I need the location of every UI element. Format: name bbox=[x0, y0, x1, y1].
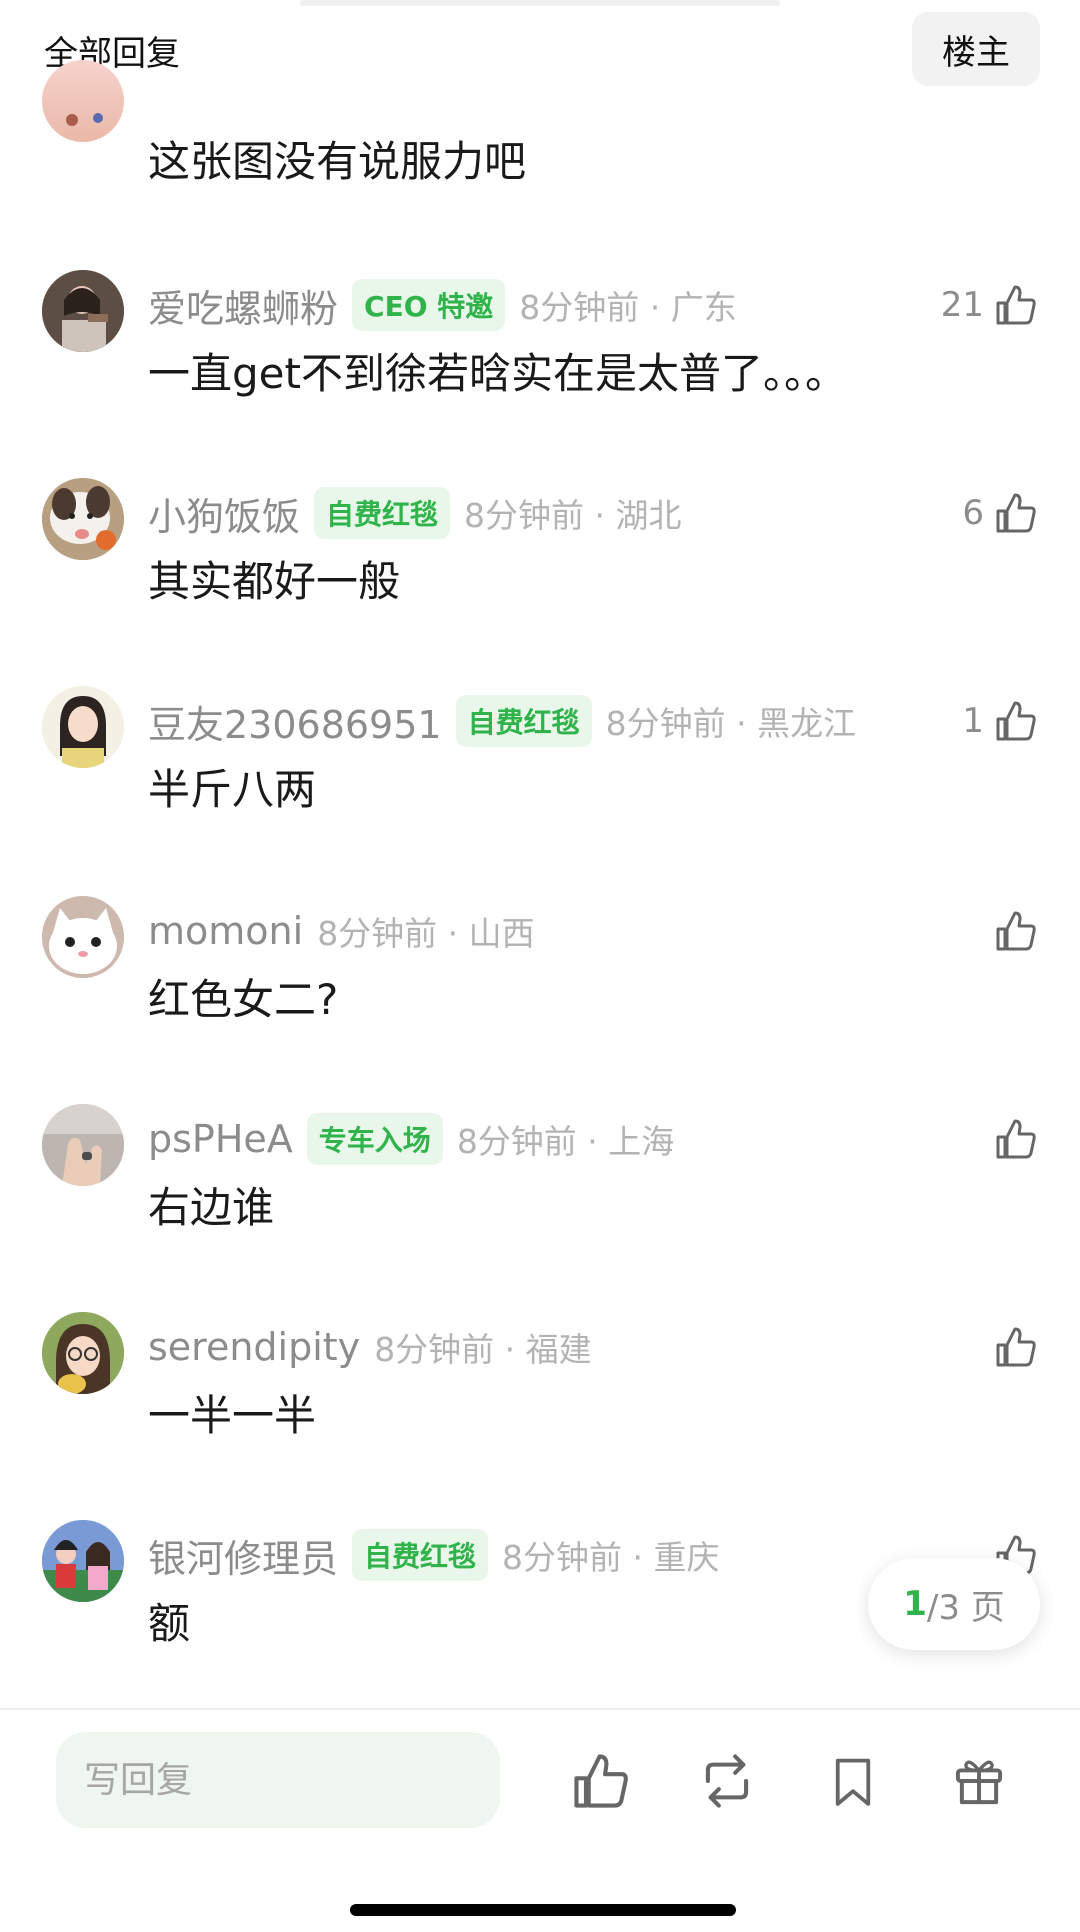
avatar[interactable] bbox=[42, 478, 124, 560]
like-button[interactable]: 1 bbox=[962, 696, 1038, 746]
comment-text: 额 bbox=[148, 1599, 191, 1648]
avatar[interactable] bbox=[42, 1312, 124, 1394]
like-button[interactable]: 21 bbox=[941, 280, 1038, 330]
bookmark-icon[interactable] bbox=[818, 1746, 888, 1816]
like-count: 21 bbox=[940, 285, 984, 325]
comment-time-location: 8分钟前 · 湖北 bbox=[464, 496, 682, 535]
page-indicator[interactable]: 1 /3 页 bbox=[868, 1558, 1040, 1650]
username[interactable]: 豆友230686951 bbox=[148, 694, 442, 749]
like-count: 1 bbox=[962, 701, 984, 741]
comment-text: 一直get不到徐若晗实在是太普了。。。 bbox=[148, 349, 847, 398]
username[interactable]: 爱吃螺蛳粉 bbox=[148, 278, 338, 333]
page-current: 1 bbox=[903, 1584, 927, 1624]
repost-icon[interactable] bbox=[692, 1746, 762, 1816]
thumbs-up-icon bbox=[994, 1325, 1038, 1369]
comment-text: 其实都好一般 bbox=[148, 557, 401, 606]
comment-time-location: 8分钟前 · 福建 bbox=[374, 1330, 592, 1369]
comment-time-location: 8分钟前 · 上海 bbox=[456, 1122, 675, 1161]
username[interactable]: 小狗饭饭 bbox=[148, 486, 300, 541]
avatar[interactable] bbox=[42, 270, 124, 352]
like-icon[interactable] bbox=[566, 1746, 636, 1816]
user-badge: 自费红毯 bbox=[314, 487, 451, 539]
comment-time-location: 8分钟前 · 黑龙江 bbox=[605, 704, 857, 743]
thumbs-up-icon bbox=[994, 699, 1038, 743]
comment-text: 一半一半 bbox=[148, 1391, 317, 1440]
gift-icon[interactable] bbox=[944, 1746, 1014, 1816]
comment-text: 半斤八两 bbox=[148, 765, 317, 814]
comment-text: 这张图没有说服力吧 bbox=[148, 137, 527, 186]
page-total: /3 页 bbox=[926, 1587, 1005, 1628]
reply-input[interactable] bbox=[56, 1732, 500, 1828]
like-button[interactable] bbox=[994, 1114, 1038, 1164]
comment-meta: momoni 8分钟前 · 山西 bbox=[148, 906, 535, 956]
like-button[interactable] bbox=[994, 1322, 1038, 1372]
user-badge: 专车入场 bbox=[306, 1113, 443, 1165]
comment-time-location: 8分钟前 · 山西 bbox=[317, 914, 535, 953]
drag-handle[interactable] bbox=[300, 0, 780, 6]
username[interactable]: psPHeA bbox=[148, 1117, 293, 1161]
bottom-action-bar bbox=[0, 1708, 1080, 1932]
thumbs-up-icon bbox=[994, 1117, 1038, 1161]
thumbs-up-icon bbox=[994, 283, 1038, 327]
avatar[interactable] bbox=[42, 1104, 124, 1186]
thumbs-up-icon bbox=[994, 491, 1038, 535]
like-button[interactable]: 6 bbox=[962, 488, 1038, 538]
comment-time-location: 8分钟前 · 重庆 bbox=[502, 1538, 720, 1577]
comment-text: 红色女二? bbox=[148, 975, 339, 1024]
comment-meta: serendipity 8分钟前 · 福建 bbox=[148, 1322, 592, 1372]
user-badge: 自费红毯 bbox=[352, 1529, 489, 1581]
user-badge: CEO 特邀 bbox=[352, 279, 506, 331]
user-badge: 自费红毯 bbox=[455, 695, 592, 747]
home-indicator[interactable] bbox=[350, 1904, 736, 1916]
like-button[interactable] bbox=[994, 906, 1038, 956]
avatar[interactable] bbox=[42, 1520, 124, 1602]
username[interactable]: 银河修理员 bbox=[148, 1528, 338, 1583]
comment-time-location: 8分钟前 · 广东 bbox=[519, 288, 737, 327]
comment-meta: 银河修理员 自费红毯 8分钟前 · 重庆 bbox=[148, 1528, 720, 1583]
owner-filter-button[interactable]: 楼主 bbox=[912, 12, 1040, 86]
comment-meta: 爱吃螺蛳粉 CEO 特邀 8分钟前 · 广东 bbox=[148, 278, 737, 333]
comment-meta: 小狗饭饭 自费红毯 8分钟前 · 湖北 bbox=[148, 486, 682, 541]
avatar[interactable] bbox=[42, 60, 124, 142]
header: 全部回复 楼主 bbox=[0, 0, 1080, 96]
comment-text: 右边谁 bbox=[148, 1183, 275, 1232]
avatar[interactable] bbox=[42, 896, 124, 978]
comment-meta: 豆友230686951 自费红毯 8分钟前 · 黑龙江 bbox=[148, 694, 857, 749]
avatar[interactable] bbox=[42, 686, 124, 768]
thumbs-up-icon bbox=[994, 909, 1038, 953]
comment-meta: psPHeA 专车入场 8分钟前 · 上海 bbox=[148, 1113, 675, 1165]
like-count: 6 bbox=[962, 493, 984, 533]
username[interactable]: serendipity bbox=[148, 1325, 360, 1369]
username[interactable]: momoni bbox=[148, 909, 303, 953]
